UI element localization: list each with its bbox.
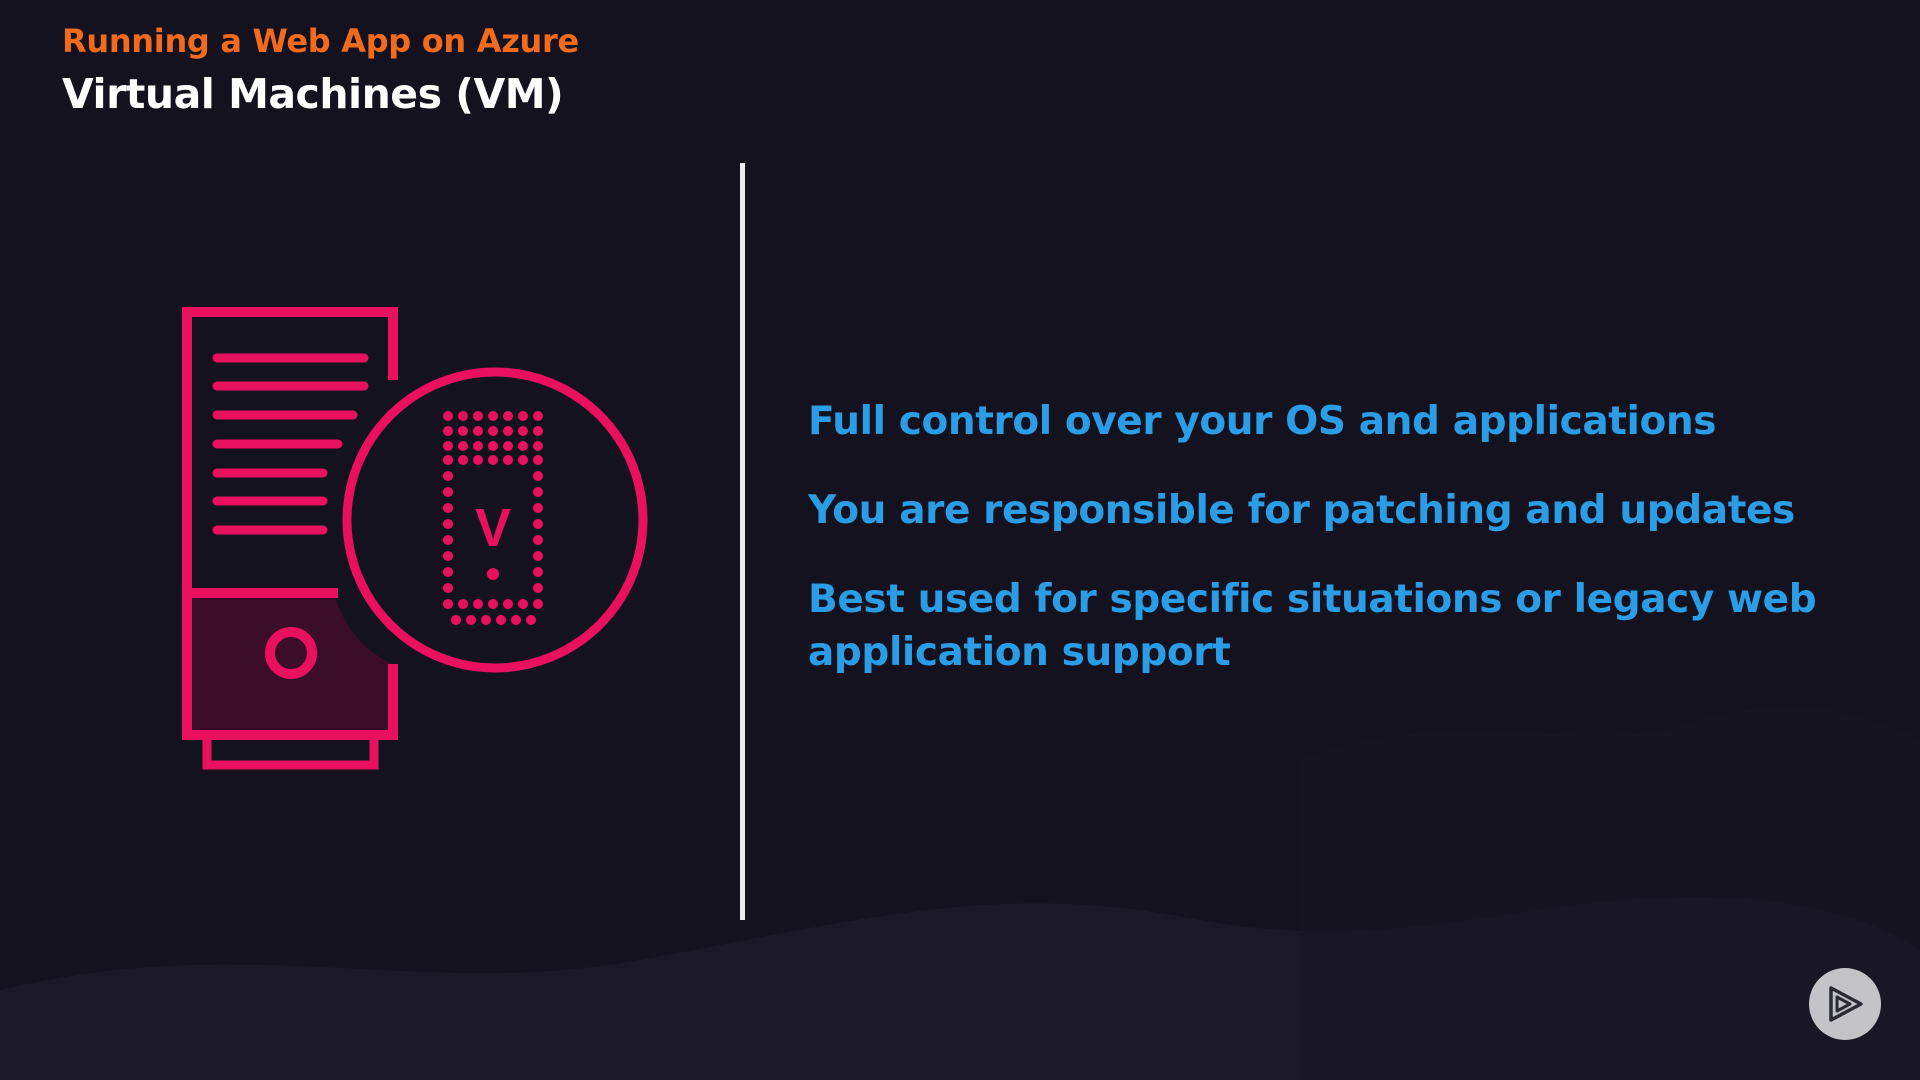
bullet-list: Full control over your OS and applicatio… (808, 395, 1818, 715)
bullet-item: You are responsible for patching and upd… (808, 488, 1795, 533)
vertical-divider (740, 163, 745, 920)
slide-title: Virtual Machines (VM) (62, 70, 564, 118)
bullet-item: Best used for specific situations or leg… (808, 577, 1817, 675)
bullet-item: Full control over your OS and applicatio… (808, 399, 1717, 444)
play-logo-icon (1829, 986, 1863, 1022)
course-title: Running a Web App on Azure (62, 22, 579, 60)
badge-letter: V (475, 498, 511, 558)
virtual-machine-server-icon: V (170, 300, 670, 780)
play-button[interactable] (1809, 968, 1881, 1040)
